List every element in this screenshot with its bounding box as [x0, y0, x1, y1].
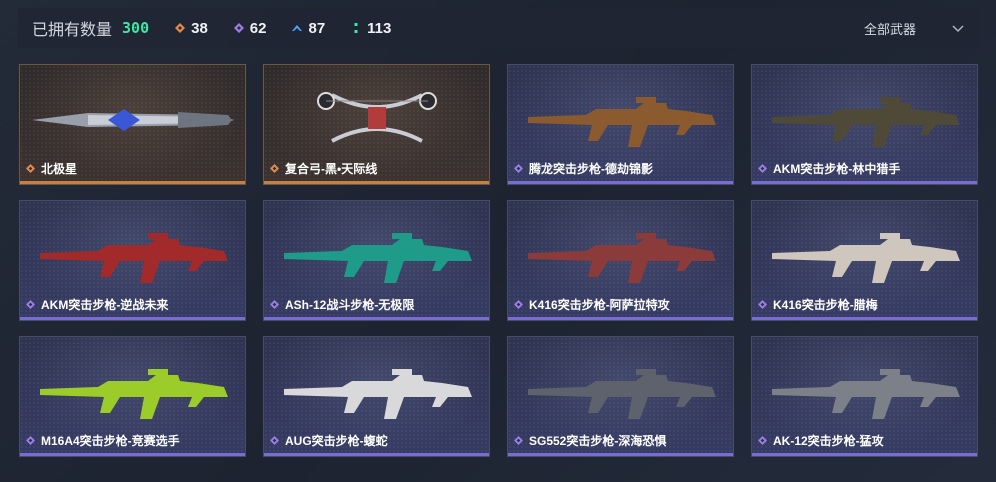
purple-diamond-icon [758, 436, 767, 445]
purple-diamond-icon [270, 300, 279, 309]
compound-bow-icon [317, 92, 437, 143]
purple-diamond-icon [270, 436, 279, 445]
weapon-name: AKM突击步枪-逆战未来 [26, 296, 168, 313]
weapon-name: 腾龙突击步枪-德劫锦影 [514, 160, 653, 177]
assault-rifle-icon [528, 97, 716, 147]
weapon-card[interactable]: AKM突击步枪-逆战未来 [19, 200, 246, 321]
weapon-name: 复合弓-黑•天际线 [270, 160, 377, 177]
weapon-card[interactable]: K416突击步枪-阿萨拉特攻 [507, 200, 734, 321]
weapon-card[interactable]: AKM突击步枪-林中猎手 [751, 64, 978, 185]
weapon-name: AUG突击步枪-蝮蛇 [270, 432, 388, 449]
assault-rifle-icon [772, 233, 960, 283]
weapon-card[interactable]: AK-12突击步枪-猛攻 [751, 336, 978, 457]
inventory-header: 已拥有数量 300 38 62 87 113 全部武器 [18, 8, 978, 48]
rarity-teal-count: 113 [351, 20, 391, 37]
blue-chevron-icon [292, 25, 303, 31]
orange-diamond-icon [270, 164, 279, 173]
weapon-name: 北极星 [26, 160, 77, 177]
weapon-name: SG552突击步枪-深海恐惧 [514, 432, 666, 449]
weapon-name: AKM突击步枪-林中猎手 [758, 160, 900, 177]
weapon-name: K416突击步枪-腊梅 [758, 296, 878, 313]
weapon-card[interactable]: 腾龙突击步枪-德劫锦影 [507, 64, 734, 185]
purple-diamond-icon [758, 164, 767, 173]
weapon-filter-dropdown[interactable]: 全部武器 [864, 19, 964, 38]
purple-diamond-icon [758, 300, 767, 309]
weapon-card[interactable]: 复合弓-黑•天际线 [263, 64, 490, 185]
bullpup-rifle-icon [284, 369, 472, 419]
weapon-name: AK-12突击步枪-猛攻 [758, 432, 884, 449]
purple-diamond-icon [514, 164, 523, 173]
assault-rifle-icon [772, 97, 960, 147]
battle-rifle-icon [284, 233, 472, 283]
assault-rifle-icon [40, 233, 228, 283]
chevron-down-icon [952, 25, 964, 33]
purple-diamond-icon [514, 300, 523, 309]
purple-diamond-icon [514, 436, 523, 445]
orange-diamond-icon [175, 23, 186, 33]
weapon-card[interactable]: AUG突击步枪-蝮蛇 [263, 336, 490, 457]
rarity-blue-count: 87 [292, 20, 325, 37]
assault-rifle-icon [40, 369, 228, 419]
assault-rifle-icon [528, 233, 716, 283]
weapon-name: K416突击步枪-阿萨拉特攻 [514, 296, 670, 313]
rarity-orange-count: 38 [175, 20, 208, 37]
weapon-name: M16A4突击步枪-竞赛选手 [26, 432, 180, 449]
weapon-name: ASh-12战斗步枪-无极限 [270, 296, 414, 313]
weapon-card[interactable]: 北极星 [19, 64, 246, 185]
dagger-icon [32, 109, 234, 131]
weapon-card[interactable]: M16A4突击步枪-竞赛选手 [19, 336, 246, 457]
purple-diamond-icon [26, 300, 35, 309]
orange-diamond-icon [26, 164, 35, 173]
assault-rifle-icon [528, 369, 716, 419]
assault-rifle-icon [772, 369, 960, 419]
rarity-purple-count: 62 [233, 20, 266, 37]
weapon-card[interactable]: ASh-12战斗步枪-无极限 [263, 200, 490, 321]
purple-diamond-icon [26, 436, 35, 445]
owned-label: 已拥有数量 [32, 22, 113, 39]
filter-selected: 全部武器 [863, 21, 916, 37]
purple-diamond-icon [233, 23, 244, 33]
owned-count: 300 [122, 19, 150, 37]
weapon-card[interactable]: K416突击步枪-腊梅 [751, 200, 978, 321]
weapon-card[interactable]: SG552突击步枪-深海恐惧 [507, 336, 734, 457]
teal-dots-icon [354, 23, 358, 33]
